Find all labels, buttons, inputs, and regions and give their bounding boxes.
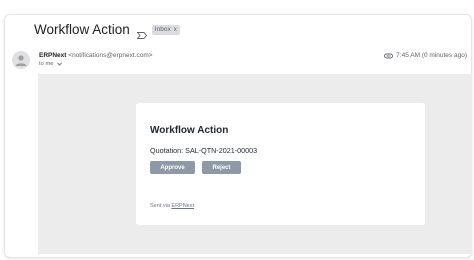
reject-button[interactable]: Reject (202, 161, 241, 174)
erpnext-link[interactable]: ERPNext (171, 203, 194, 209)
action-buttons: Approve Reject (150, 161, 425, 174)
approve-button[interactable]: Approve (150, 161, 195, 174)
sent-time: 7:45 AM (0 minutes ago) (396, 52, 467, 59)
inbox-label-chip[interactable]: Inbox x (151, 24, 180, 35)
remove-label-icon[interactable]: x (174, 26, 177, 34)
sender-name[interactable]: ERPNext (39, 52, 66, 59)
recipient-line[interactable]: to me (39, 61, 62, 67)
subject-row: Workflow Action Inbox x (34, 22, 180, 39)
recipient-text: to me (39, 61, 54, 67)
card-title: Workflow Action (150, 125, 229, 136)
avatar-person-icon (15, 55, 27, 66)
sender-avatar[interactable] (12, 51, 30, 69)
attachment-icon (384, 53, 394, 59)
sender-line: ERPNext <notifications@erpnext.com> (39, 52, 153, 59)
email-body: Workflow Action Quotation: SAL-QTN-2021-… (38, 74, 472, 254)
chevron-down-icon[interactable] (56, 62, 62, 66)
inbox-label-text: Inbox (154, 25, 171, 33)
sent-via-text: Sent via (150, 203, 170, 209)
time-info: 7:45 AM (0 minutes ago) (384, 52, 467, 59)
important-marker-icon[interactable] (136, 26, 147, 39)
email-subject: Workflow Action (34, 22, 130, 37)
sent-via-footer: Sent via ERPNext (150, 203, 194, 209)
quotation-reference: Quotation: SAL-QTN-2021-00003 (150, 146, 258, 155)
workflow-card: Workflow Action Quotation: SAL-QTN-2021-… (136, 103, 425, 225)
sender-email: <notifications@erpnext.com> (68, 52, 153, 59)
